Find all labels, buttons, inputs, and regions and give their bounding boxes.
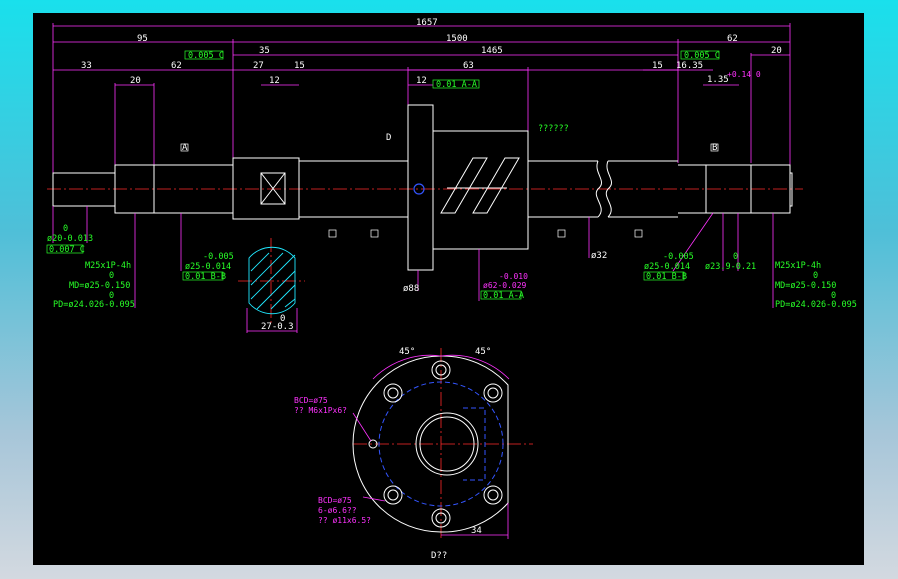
dia25-tol-left: -0.005: [203, 252, 234, 262]
dim-1-35-tol: +0.14 0: [727, 70, 761, 79]
dim-95: 95: [137, 34, 148, 44]
bcd-2b: 6-ø6.6??: [318, 506, 357, 515]
right-notes: -0.005 ø25-0.014 0.01 B-B 0 ø23.9-0.21 M…: [643, 212, 857, 310]
dia239: ø23.9-0.21: [705, 262, 756, 272]
nut-notes: ø88 -0.010 ø62-0.029 0.01 A-A ø32: [403, 217, 607, 301]
frame-aa: 0.01 A-A: [483, 291, 524, 301]
dim-1500: 1500: [446, 34, 468, 44]
dim-34: 34: [471, 526, 482, 536]
dim-total: 1657: [416, 18, 438, 28]
dim-12b: 12: [416, 76, 427, 86]
datum-markers: A B: [180, 143, 719, 238]
dia25-left: ø25-0.014: [185, 262, 231, 272]
left-thread-5: PD=ø24.026-0.095: [53, 300, 135, 310]
dim-20a: 20: [130, 76, 141, 86]
section-dim: 27-0.3: [261, 322, 294, 332]
dim-15a: 15: [294, 61, 305, 71]
frame-1: 0.005 C: [188, 51, 224, 61]
dim-27: 27: [253, 61, 264, 71]
left-thread-2: 0: [109, 271, 114, 281]
angle-right: 45°: [475, 347, 491, 357]
view-label: D??: [431, 551, 447, 561]
dim-20b: 20: [771, 46, 782, 56]
dim-35: 35: [259, 46, 270, 56]
dim-33: 33: [81, 61, 92, 71]
frame-bb-right: 0.01 B-B: [646, 272, 687, 282]
dia20: ø20-0.013: [47, 234, 93, 244]
datum-b: B: [712, 143, 717, 153]
left-thread-1: M25x1P-4h: [85, 261, 131, 271]
angle-left: 45°: [399, 347, 415, 357]
bcd-1b: ?? M6x1Px6?: [294, 406, 347, 415]
shaft-outline: [47, 104, 803, 271]
left-thread-3: MD=ø25-0.150: [69, 281, 130, 291]
frame-bb-left: 0.01 B-B: [185, 272, 226, 282]
right-thread-2: 0: [813, 271, 818, 281]
dia88: ø88: [403, 284, 419, 294]
right-thread-3: MD=ø25-0.150: [775, 281, 836, 291]
dia62-tol: -0.010: [499, 272, 528, 281]
dim-12a: 12: [269, 76, 280, 86]
letter-d: D: [386, 133, 391, 143]
section-view: 27-0.3 0: [238, 238, 305, 333]
dim-16-35: 16.35: [676, 61, 703, 71]
bcd-1: BCD=ø75: [294, 396, 328, 405]
flange-end-view: 45° 45° BCD=ø75 ?? M6x1Px6? BCD=ø75 6-ø6…: [294, 347, 533, 539]
drawing-canvas: 1657 95 1500 62 35 20 33 62 27 15 1465 6…: [33, 13, 864, 565]
dim-63: 63: [463, 61, 474, 71]
dia25-right: ø25-0.014: [644, 262, 690, 272]
ball-screw-drawing: 1657 95 1500 62 35 20 33 62 27 15 1465 6…: [46, 18, 857, 561]
overall-dimensions: 1657 95 1500 62 35 20 33 62 27 15 1465 6…: [52, 18, 791, 198]
dia239-tol: 0: [733, 252, 738, 262]
dim-1465: 1465: [481, 46, 503, 56]
section-tol: 0: [280, 314, 285, 324]
dia25-tol-right: -0.005: [663, 252, 694, 262]
tolerance-frames: 0.005 C 0.005 C 0.01 A-A: [184, 50, 720, 90]
dim-62: 62: [727, 34, 738, 44]
frame-2: 0.005 C: [684, 51, 720, 61]
bcd-2: BCD=ø75: [318, 496, 352, 505]
right-thread-5: PD=ø24.026-0.095: [775, 300, 857, 310]
bcd-2c: ?? ø11x6.5?: [318, 516, 371, 525]
frame-3: 0.01 A-A: [436, 80, 477, 90]
right-thread-1: M25x1P-4h: [775, 261, 821, 271]
dim-62b: 62: [171, 61, 182, 71]
frame-4: 0.007 C: [49, 245, 85, 255]
dia32: ø32: [591, 251, 607, 261]
dim-15b: 15: [652, 61, 663, 71]
dim-1-35: 1.35: [707, 75, 729, 85]
question-note: ??????: [538, 124, 569, 134]
left-notes: 0 ø20-0.013 0.007 C M25x1P-4h 0 MD=ø25-0…: [46, 206, 234, 310]
datum-a: A: [182, 143, 188, 153]
dia20-tol: 0: [63, 224, 68, 234]
dia62: ø62-0.029: [483, 281, 527, 290]
